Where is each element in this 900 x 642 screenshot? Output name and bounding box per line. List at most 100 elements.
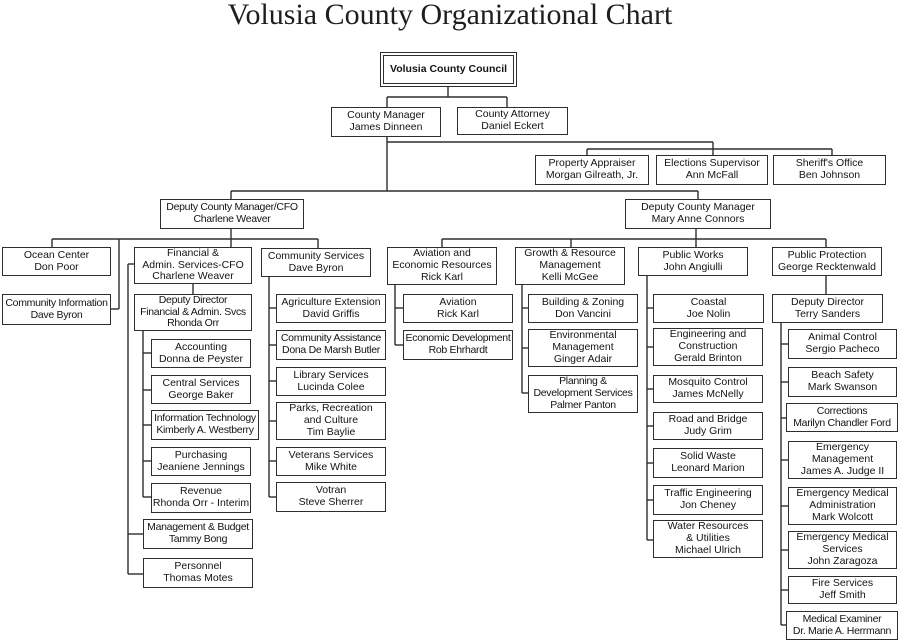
animal-control-box: Animal Control Sergio Pacheco: [788, 329, 897, 359]
box-title: Planning & Development Services: [533, 375, 633, 400]
deputy-director-protection-box: Deputy Director Terry Sanders: [772, 294, 883, 323]
accounting-box: Accounting Donna de Peyster: [151, 339, 251, 368]
box-name: Mark Wolcott: [811, 510, 874, 523]
box-name: Steve Sherrer: [298, 496, 364, 508]
box-name: Tim Baylie: [306, 425, 356, 438]
management-budget-box: Management & Budget Tammy Bong: [143, 519, 253, 549]
box-name: Jon Cheney: [679, 499, 737, 511]
box-title: Volusia County Council: [389, 62, 508, 75]
votran-box: Votran Steve Sherrer: [276, 482, 386, 512]
box-name: Rick Karl: [436, 307, 479, 320]
solid-waste-box: Solid Waste Leonard Marion: [653, 448, 763, 478]
corrections-box: Corrections Marilyn Chandler Ford: [786, 403, 898, 432]
deputy-cfo-box: Deputy County Manager/CFO Charlene Weave…: [160, 199, 304, 229]
aviation-box: Aviation Rick Karl: [403, 294, 513, 323]
emergency-management-box: Emergency Management James A. Judge II: [788, 441, 897, 479]
box-title: Veterans Services: [288, 448, 374, 461]
community-services-box: Community Services Dave Byron: [261, 248, 371, 277]
box-name: Ann McFall: [685, 169, 739, 181]
box-name: Ben Johnson: [798, 169, 861, 181]
box-title: Building & Zoning: [541, 295, 625, 308]
box-name: Lucinda Colee: [297, 380, 365, 393]
box-name: Dave Byron: [288, 261, 344, 274]
box-title: Corrections: [816, 404, 868, 417]
road-bridge-box: Road and Bridge Judy Grim: [653, 412, 763, 440]
box-title: Emergency Management: [811, 441, 874, 466]
medical-examiner-box: Medical Examiner Dr. Marie A. Herrmann: [786, 611, 898, 640]
box-name: Mike White: [305, 460, 357, 473]
revenue-box: Revenue Rhonda Orr - Interim: [151, 483, 251, 513]
box-title: Accounting: [175, 340, 227, 353]
box-name: John Angiulli: [663, 260, 723, 273]
box-title: Community Information: [5, 296, 108, 309]
box-name: Jeaniene Jennings: [157, 460, 245, 473]
box-name: Morgan Gilreath, Jr.: [545, 169, 639, 181]
box-name: James McNelly: [672, 388, 744, 400]
council-box: Volusia County Council: [380, 52, 517, 87]
central-services-box: Central Services George Baker: [151, 375, 251, 404]
box-name: Marilyn Chandler Ford: [793, 416, 891, 429]
box-title: Financial & Admin. Services-CFO: [142, 246, 244, 271]
box-title: Aviation and Economic Resources: [392, 247, 492, 272]
box-title: Central Services: [162, 376, 240, 389]
box-title: Emergency Medical Administration: [796, 487, 889, 512]
box-title: Agriculture Extension: [281, 295, 381, 308]
box-name: Kelli McGee: [541, 270, 599, 283]
box-name: Rob Ehrhardt: [428, 344, 488, 356]
box-name: George Recktenwald: [777, 260, 877, 273]
box-name: Jeff Smith: [819, 589, 866, 601]
box-name: James A. Judge II: [800, 464, 885, 477]
box-name: Dave Byron: [30, 308, 83, 321]
deputy-director-financial-box: Deputy Director Financial & Admin. Svcs …: [134, 294, 252, 331]
box-name: Terry Sanders: [794, 307, 861, 320]
box-name: Thomas Motes: [163, 572, 233, 584]
community-assistance-box: Community Assistance Dona De Marsh Butle…: [276, 330, 386, 360]
economic-development-box: Economic Development Rob Ehrhardt: [403, 330, 513, 360]
box-name: Daniel Eckert: [481, 120, 544, 132]
box-name: Mary Anne Connors: [651, 213, 745, 225]
box-name: James Dinneen: [349, 121, 423, 133]
sheriffs-office-box: Sheriff's Office Ben Johnson: [773, 155, 886, 185]
purchasing-box: Purchasing Jeaniene Jennings: [151, 447, 251, 476]
aviation-economic-resources-box: Aviation and Economic Resources Rick Kar…: [387, 247, 497, 285]
emergency-medical-services-box: Emergency Medical Services John Zaragoza: [788, 531, 897, 569]
box-name: Rhonda Orr: [167, 317, 219, 330]
county-manager-box: County Manager James Dinneen: [331, 107, 441, 137]
deputy-county-manager-box: Deputy County Manager Mary Anne Connors: [625, 199, 771, 229]
box-title: Public Works: [662, 248, 724, 261]
box-title: Library Services: [293, 368, 369, 381]
box-name: Gerald Brinton: [674, 351, 742, 364]
box-name: Kimberly A. Westberry: [156, 424, 254, 436]
box-title: Engineering and Construction: [669, 328, 747, 353]
beach-safety-box: Beach Safety Mark Swanson: [788, 367, 897, 397]
veterans-services-box: Veterans Services Mike White: [276, 447, 386, 476]
box-name: Rick Karl: [420, 270, 463, 283]
box-title: Emergency Medical Services: [796, 531, 889, 556]
box-title: Environmental Management: [549, 329, 617, 354]
box-title: Public Protection: [787, 248, 867, 261]
box-title: Deputy Director Financial & Admin. Svcs: [140, 293, 246, 318]
box-title: Community Services: [267, 249, 365, 262]
box-name: George Baker: [168, 388, 234, 401]
box-name: Rhonda Orr - Interim: [152, 497, 250, 509]
box-title: Medical Examiner: [802, 612, 882, 625]
engineering-construction-box: Engineering and Construction Gerald Brin…: [653, 328, 763, 366]
emergency-medical-administration-box: Emergency Medical Administration Mark Wo…: [788, 487, 897, 525]
box-name: Dr. Marie A. Herrmann: [792, 624, 892, 637]
library-services-box: Library Services Lucinda Colee: [276, 367, 386, 396]
box-name: Sergio Pacheco: [805, 343, 880, 355]
box-title: Growth & Resource Management: [524, 247, 616, 272]
box-name: Tammy Bong: [168, 533, 228, 545]
box-name: Ginger Adair: [553, 352, 613, 365]
box-name: John Zaragoza: [807, 554, 878, 567]
box-name: Mark Swanson: [807, 381, 878, 393]
traffic-engineering-box: Traffic Engineering Jon Cheney: [653, 485, 763, 515]
water-resources-box: Water Resources & Utilities Michael Ulri…: [653, 520, 763, 558]
box-title: Coastal: [690, 295, 727, 308]
box-title: Deputy Director: [791, 295, 864, 308]
ocean-center-box: Ocean Center Don Poor: [2, 247, 111, 276]
box-name: Michael Ulrich: [675, 543, 741, 556]
public-protection-box: Public Protection George Recktenwald: [772, 247, 882, 276]
box-name: Don Vancini: [555, 307, 611, 320]
environmental-management-box: Environmental Management Ginger Adair: [528, 329, 638, 367]
